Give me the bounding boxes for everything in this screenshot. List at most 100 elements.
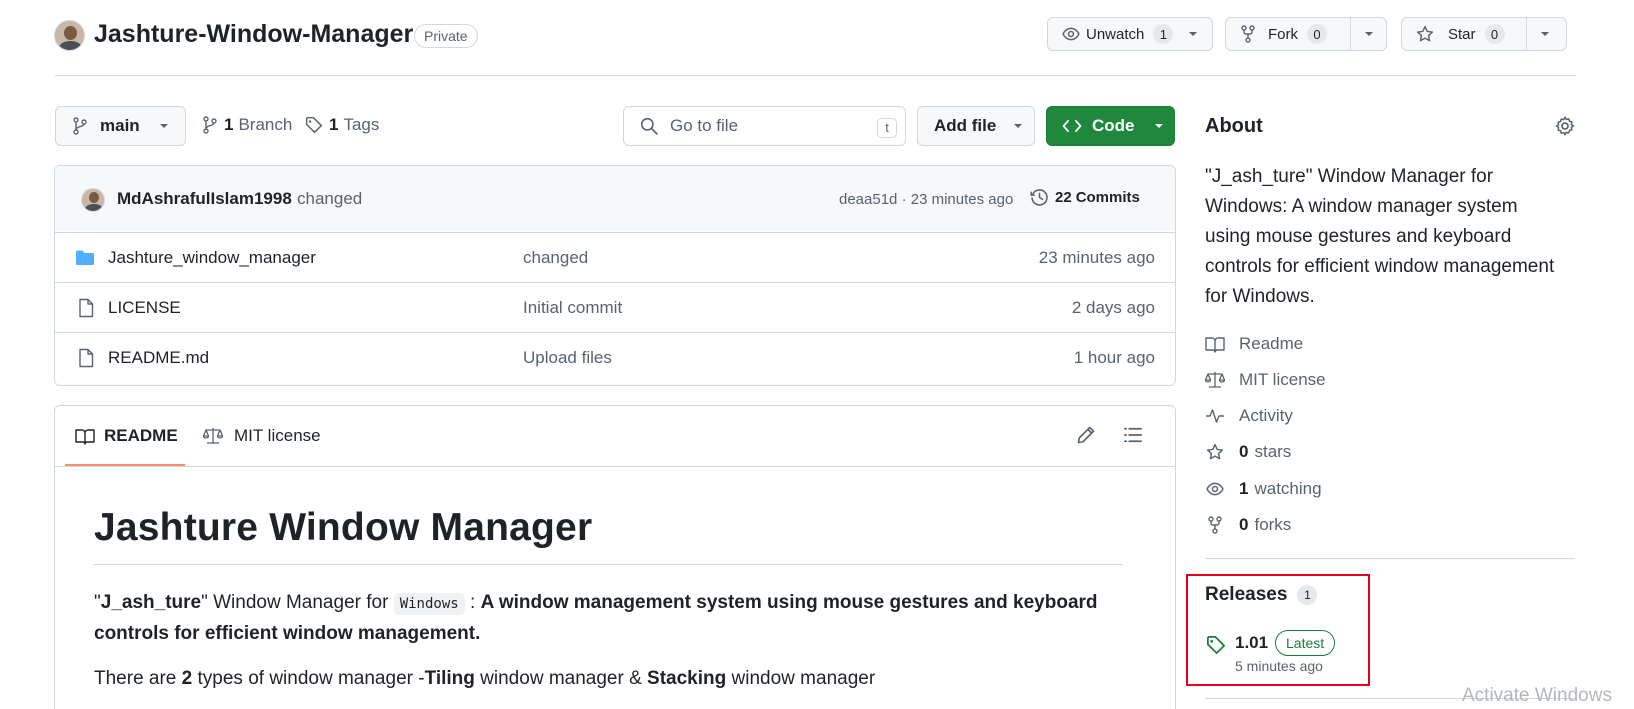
tag-icon (1207, 636, 1225, 654)
branch-icon (203, 116, 217, 134)
folder-icon (76, 250, 94, 265)
eye-icon (1062, 27, 1080, 41)
watch-count: 1 (1153, 24, 1174, 44)
fork-button[interactable]: Fork 0 (1225, 17, 1387, 51)
commit-author-avatar[interactable] (81, 188, 105, 212)
unwatch-button[interactable]: Unwatch 1 (1047, 17, 1213, 51)
commits-label: Commits (1075, 189, 1140, 206)
tag-icon (305, 116, 323, 134)
tags-label: Tags (343, 115, 380, 134)
tags-link[interactable]: 1 Tags (305, 115, 379, 135)
forks-label: forks (1254, 515, 1292, 534)
fork-count: 0 (1307, 24, 1327, 44)
gear-icon[interactable] (1555, 116, 1575, 136)
file-name[interactable]: LICENSE (108, 298, 181, 318)
commit-meta[interactable]: deaa51d · 23 minutes ago (839, 191, 1013, 208)
file-commit-message[interactable]: Initial commit (523, 298, 622, 318)
file-row[interactable]: Jashture_window_manager changed 23 minut… (55, 232, 1175, 282)
file-icon (79, 348, 94, 367)
chevron-down-icon (159, 124, 168, 128)
activate-windows-watermark: Activate Windows (1462, 685, 1612, 706)
star-button[interactable]: Star 0 (1401, 17, 1567, 51)
commits-link[interactable]: 22 Commits (1030, 188, 1140, 207)
commit-author[interactable]: MdAshrafulIslam1998 (117, 189, 292, 209)
tab-license-label: MIT license (234, 426, 321, 445)
branches-link[interactable]: 1 Branch (202, 115, 292, 135)
file-row[interactable]: LICENSE Initial commit 2 days ago (55, 282, 1175, 332)
sidebar-divider (1205, 558, 1575, 559)
search-placeholder: Go to file (670, 116, 739, 135)
about-readme-label: Readme (1239, 334, 1304, 353)
owner-avatar[interactable] (54, 20, 85, 51)
forks-count: 0 (1239, 515, 1249, 534)
chevron-down-icon (1014, 124, 1023, 128)
file-name[interactable]: Jashture_window_manager (108, 248, 316, 268)
tab-license[interactable]: MIT license (203, 406, 321, 466)
about-description: "J_ash_ture" Window Manager for Windows:… (1205, 166, 1555, 307)
file-time: 23 minutes ago (1038, 247, 1155, 267)
add-file-label: Add file (934, 116, 997, 135)
chevron-down-icon[interactable] (1539, 28, 1551, 40)
p1-quote: " (94, 592, 101, 613)
tab-active-underline (65, 464, 185, 466)
p2-g: window manager (726, 668, 876, 689)
fork-icon (1208, 516, 1222, 534)
repo-name[interactable]: Jashture-Window-Manager (94, 20, 413, 49)
fork-label: Fork (1268, 25, 1298, 43)
chevron-down-icon (1154, 124, 1163, 128)
add-file-button[interactable]: Add file (917, 106, 1035, 146)
chevron-down-icon (1189, 32, 1198, 36)
releases-count: 1 (1297, 585, 1318, 605)
readme-title-rule (94, 564, 1123, 565)
star-icon (1416, 25, 1434, 42)
about-license-link[interactable]: MIT license (1205, 370, 1326, 390)
p1-colon: : (464, 592, 481, 613)
tab-readme-label: README (104, 426, 178, 445)
readme-paragraph-1: "J_ash_ture" Window Manager for Windows … (94, 588, 1134, 649)
p2-d: Tiling (424, 668, 475, 689)
star-icon (1206, 443, 1224, 460)
about-forks-link[interactable]: 0 forks (1205, 515, 1291, 535)
watching-label: watching (1254, 479, 1322, 498)
file-commit-message[interactable]: Upload files (523, 348, 612, 368)
releases-heading[interactable]: Releases 1 (1205, 584, 1318, 606)
about-readme-link[interactable]: Readme (1205, 334, 1303, 354)
branch-icon (73, 117, 87, 135)
file-row[interactable]: README.md Upload files 1 hour ago (55, 332, 1175, 382)
p2-e: window manager & (474, 668, 648, 689)
about-heading: About (1205, 115, 1263, 137)
star-divider (1526, 18, 1527, 50)
chevron-down-icon[interactable] (1363, 28, 1375, 40)
p2-f: Stacking (647, 668, 727, 689)
file-name[interactable]: README.md (108, 348, 209, 368)
pulse-icon (1206, 409, 1224, 423)
tab-readme[interactable]: README (65, 406, 185, 466)
star-label: Star (1448, 25, 1476, 43)
history-icon (1030, 189, 1048, 206)
star-count: 0 (1484, 24, 1505, 44)
code-button[interactable]: Code (1046, 106, 1175, 146)
law-icon (1205, 372, 1225, 388)
about-stars-link[interactable]: 0 stars (1205, 442, 1291, 462)
commit-message[interactable]: changed (297, 189, 362, 209)
watching-count: 1 (1239, 479, 1249, 498)
about-activity-link[interactable]: Activity (1205, 406, 1293, 426)
p1-code: Windows (393, 593, 465, 615)
search-shortcut-key: t (877, 118, 897, 138)
pencil-icon[interactable] (1076, 425, 1096, 445)
about-license-label: MIT license (1239, 370, 1326, 389)
book-icon (75, 428, 95, 445)
p2-a: There are (94, 668, 182, 689)
tags-count: 1 (329, 115, 339, 134)
readme-title: Jashture Window Manager (94, 506, 593, 549)
branch-selector[interactable]: main (55, 106, 186, 146)
stars-count: 0 (1239, 442, 1249, 461)
p1-bold-name: J_ash_ture (100, 592, 202, 613)
list-icon[interactable] (1123, 425, 1143, 445)
file-commit-message[interactable]: changed (523, 248, 588, 268)
release-version[interactable]: 1.01 (1235, 633, 1268, 653)
fork-icon (1241, 25, 1255, 43)
code-label: Code (1092, 116, 1135, 135)
about-watching-link[interactable]: 1 watching (1205, 479, 1322, 499)
go-to-file-input[interactable]: Go to file t (623, 106, 906, 146)
